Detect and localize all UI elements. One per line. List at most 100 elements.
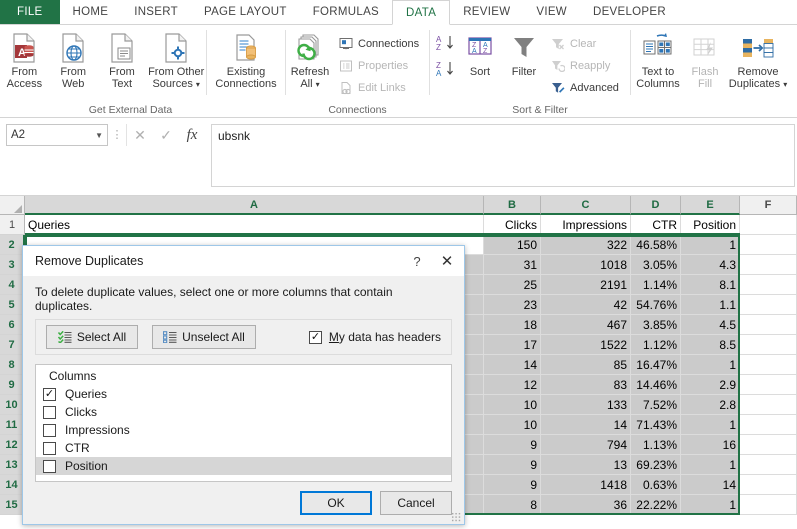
cell-F7[interactable] [740,335,797,355]
close-icon[interactable]: ✕ [430,252,464,270]
column-list-item-position[interactable]: Position [36,457,451,475]
clear-filter-button[interactable]: Clear [546,34,623,53]
cell-F4[interactable] [740,275,797,295]
cell-D11[interactable]: 71.43% [631,415,681,435]
cell-B14[interactable]: 9 [484,475,541,495]
name-box[interactable]: A2 ▼ [6,124,108,146]
cell-C15[interactable]: 36 [541,495,631,515]
cell-A1[interactable]: Queries [25,215,484,235]
cell-E7[interactable]: 8.5 [681,335,740,355]
row-header-1[interactable]: 1 [0,215,25,235]
cell-D3[interactable]: 3.05% [631,255,681,275]
cell-B2[interactable]: 150 [484,235,541,255]
cell-D10[interactable]: 7.52% [631,395,681,415]
ribbon-tab-developer[interactable]: DEVELOPER [580,0,679,24]
column-checkbox-queries[interactable]: ✓ [43,387,56,401]
from-other-sources-button[interactable]: From Other Sources ▾ [146,28,206,91]
chevron-down-icon-namebox[interactable]: ▼ [95,131,103,140]
unselect-all-button[interactable]: Unselect All [152,325,256,349]
ribbon-tab-home[interactable]: HOME [60,0,122,24]
ribbon-tab-data[interactable]: DATA [392,0,451,25]
cell-D13[interactable]: 69.23% [631,455,681,475]
cell-C8[interactable]: 85 [541,355,631,375]
column-header-B[interactable]: B [484,196,541,215]
cell-F12[interactable] [740,435,797,455]
cell-C1[interactable]: Impressions [541,215,631,235]
column-list-item-ctr[interactable]: CTR [36,439,451,457]
cell-C6[interactable]: 467 [541,315,631,335]
cell-E11[interactable]: 1 [681,415,740,435]
cell-B6[interactable]: 18 [484,315,541,335]
cancel-entry-icon[interactable]: ✕ [127,124,153,146]
ribbon-tab-review[interactable]: REVIEW [450,0,523,24]
from-text-button[interactable]: From Text [98,28,147,90]
ribbon-tab-view[interactable]: VIEW [523,0,580,24]
refresh-all-button[interactable]: Refresh All ▾ [286,28,334,91]
cell-D8[interactable]: 16.47% [631,355,681,375]
sort-z-a-button[interactable]: Z A [436,60,458,78]
cell-F5[interactable] [740,295,797,315]
select-all-button[interactable]: Select All [46,325,138,349]
edit-links-button[interactable]: Edit Links [334,78,423,97]
cell-D12[interactable]: 1.13% [631,435,681,455]
ribbon-tab-file[interactable]: FILE [0,0,60,24]
my-data-has-headers-checkbox[interactable]: ✓ My data has headers [308,330,441,344]
cell-C2[interactable]: 322 [541,235,631,255]
column-header-C[interactable]: C [541,196,631,215]
remove-duplicates-button[interactable]: Remove Duplicates ▾ [725,28,791,91]
cell-E1[interactable]: Position [681,215,740,235]
column-list-item-clicks[interactable]: Clicks [36,403,451,421]
cell-F3[interactable] [740,255,797,275]
cell-C5[interactable]: 42 [541,295,631,315]
ok-button[interactable]: OK [300,491,372,515]
cell-D6[interactable]: 3.85% [631,315,681,335]
column-header-A[interactable]: A [25,196,484,215]
cell-B4[interactable]: 25 [484,275,541,295]
cell-F1[interactable] [740,215,797,235]
column-list-item-queries[interactable]: ✓ Queries [36,385,451,403]
cell-B10[interactable]: 10 [484,395,541,415]
insert-function-icon[interactable]: fx [179,124,205,146]
cell-C4[interactable]: 2191 [541,275,631,295]
cell-D5[interactable]: 54.76% [631,295,681,315]
properties-button[interactable]: Properties [334,56,423,75]
cell-B11[interactable]: 10 [484,415,541,435]
cell-E8[interactable]: 1 [681,355,740,375]
existing-connections-button[interactable]: Existing Connections [207,28,285,90]
cell-B9[interactable]: 12 [484,375,541,395]
columns-list[interactable]: Columns ✓ Queries Clicks Impressions CTR Posi… [35,364,452,482]
sort-button[interactable]: Z A A Z Sort [458,28,502,78]
cell-D4[interactable]: 1.14% [631,275,681,295]
cell-E6[interactable]: 4.5 [681,315,740,335]
cell-E13[interactable]: 1 [681,455,740,475]
cell-F13[interactable] [740,455,797,475]
text-to-columns-button[interactable]: Text to Columns [631,28,685,90]
column-list-item-impressions[interactable]: Impressions [36,421,451,439]
cell-B15[interactable]: 8 [484,495,541,515]
cell-B8[interactable]: 14 [484,355,541,375]
cell-F11[interactable] [740,415,797,435]
column-checkbox-ctr[interactable] [43,441,56,455]
cell-F10[interactable] [740,395,797,415]
cell-B13[interactable]: 9 [484,455,541,475]
cell-F6[interactable] [740,315,797,335]
cell-F2[interactable] [740,235,797,255]
from-access-button[interactable]: A From Access [0,28,49,90]
cell-B5[interactable]: 23 [484,295,541,315]
cell-F8[interactable] [740,355,797,375]
column-header-F[interactable]: F [740,196,797,215]
cell-C14[interactable]: 1418 [541,475,631,495]
column-header-D[interactable]: D [631,196,681,215]
cell-D9[interactable]: 14.46% [631,375,681,395]
cell-C11[interactable]: 14 [541,415,631,435]
connections-button[interactable]: Connections [334,34,423,53]
from-web-button[interactable]: From Web [49,28,98,90]
cell-E3[interactable]: 4.3 [681,255,740,275]
ribbon-tab-insert[interactable]: INSERT [121,0,191,24]
filter-button[interactable]: Filter [502,28,546,78]
cell-C7[interactable]: 1522 [541,335,631,355]
resize-grip[interactable] [451,512,461,522]
cell-D14[interactable]: 0.63% [631,475,681,495]
cell-E15[interactable]: 1 [681,495,740,515]
cell-C3[interactable]: 1018 [541,255,631,275]
